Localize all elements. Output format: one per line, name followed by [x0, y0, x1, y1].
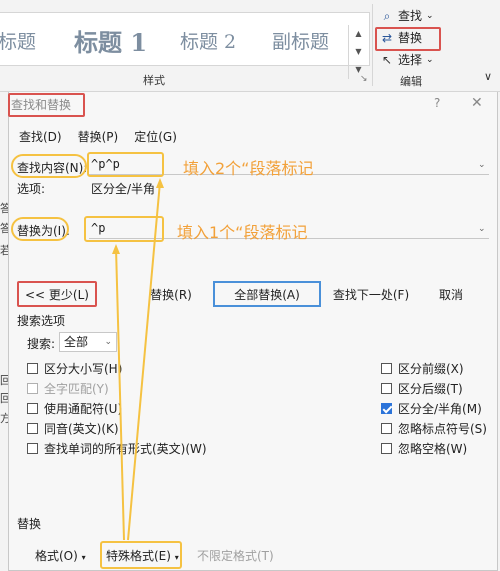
- arrowhead-find-icon: [156, 178, 164, 188]
- arrow-to-find: [127, 181, 161, 541]
- annotation-arrows: [112, 178, 164, 541]
- arrowhead-replace-icon: [112, 244, 120, 254]
- arrow-to-replace: [115, 247, 125, 541]
